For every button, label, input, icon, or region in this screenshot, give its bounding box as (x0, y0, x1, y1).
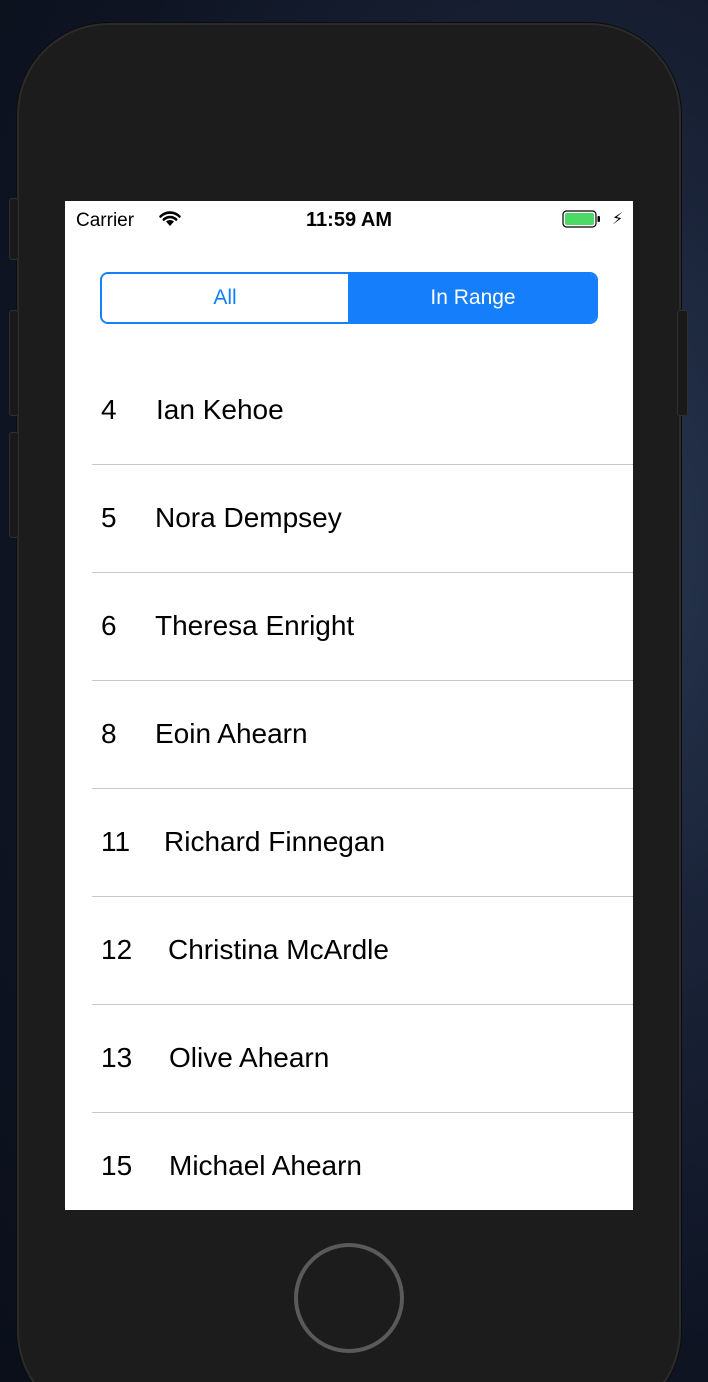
row-number: 6 (101, 610, 117, 641)
list-item[interactable]: 11 Richard Finnegan (65, 789, 633, 897)
row-number: 8 (101, 718, 117, 749)
filter-segmented-control: All In Range (100, 272, 598, 324)
power-button (677, 310, 688, 416)
row-number: 13 (101, 1042, 133, 1073)
row-name: Richard Finnegan (164, 826, 386, 857)
segment-all[interactable]: All (102, 274, 348, 322)
volume-up-button (9, 310, 19, 416)
row-name: Michael Ahearn (169, 1150, 363, 1181)
list-item[interactable]: 4 Ian Kehoe (65, 357, 633, 465)
row-number: 12 (101, 934, 133, 965)
row-number: 11 (101, 826, 131, 857)
status-bar: Carrier 11:59 AM ⚡︎ (65, 201, 633, 241)
list-item[interactable]: 5 Nora Dempsey (65, 465, 633, 573)
home-button[interactable] (294, 1243, 404, 1353)
list-item[interactable]: 13 Olive Ahearn (65, 1005, 633, 1113)
list-item[interactable]: 12 Christina McArdle (65, 897, 633, 1005)
row-name: Ian Kehoe (156, 394, 284, 425)
list-item[interactable]: 6 Theresa Enright (65, 573, 633, 681)
row-number: 5 (101, 502, 117, 533)
mute-switch (9, 198, 19, 260)
device-screen: Carrier 11:59 AM ⚡︎ All In Range 4 Ian K… (65, 201, 633, 1210)
row-number: 15 (101, 1150, 133, 1181)
charging-bolt-icon: ⚡︎ (612, 211, 624, 228)
list-item[interactable]: 15 Michael Ahearn (65, 1113, 633, 1210)
list-item[interactable]: 8 Eoin Ahearn (65, 681, 633, 789)
row-name: Nora Dempsey (155, 502, 342, 533)
row-name: Christina McArdle (168, 934, 389, 965)
status-time: 11:59 AM (306, 209, 392, 231)
row-name: Theresa Enright (155, 610, 355, 641)
people-list: 4 Ian Kehoe 5 Nora Dempsey 6 Theresa Enr… (65, 357, 633, 1210)
row-name: Eoin Ahearn (155, 718, 308, 749)
segment-in-range[interactable]: In Range (348, 274, 596, 322)
row-number: 4 (101, 394, 117, 425)
battery-icon (562, 210, 600, 228)
row-name: Olive Ahearn (169, 1042, 330, 1073)
volume-down-button (9, 432, 19, 538)
